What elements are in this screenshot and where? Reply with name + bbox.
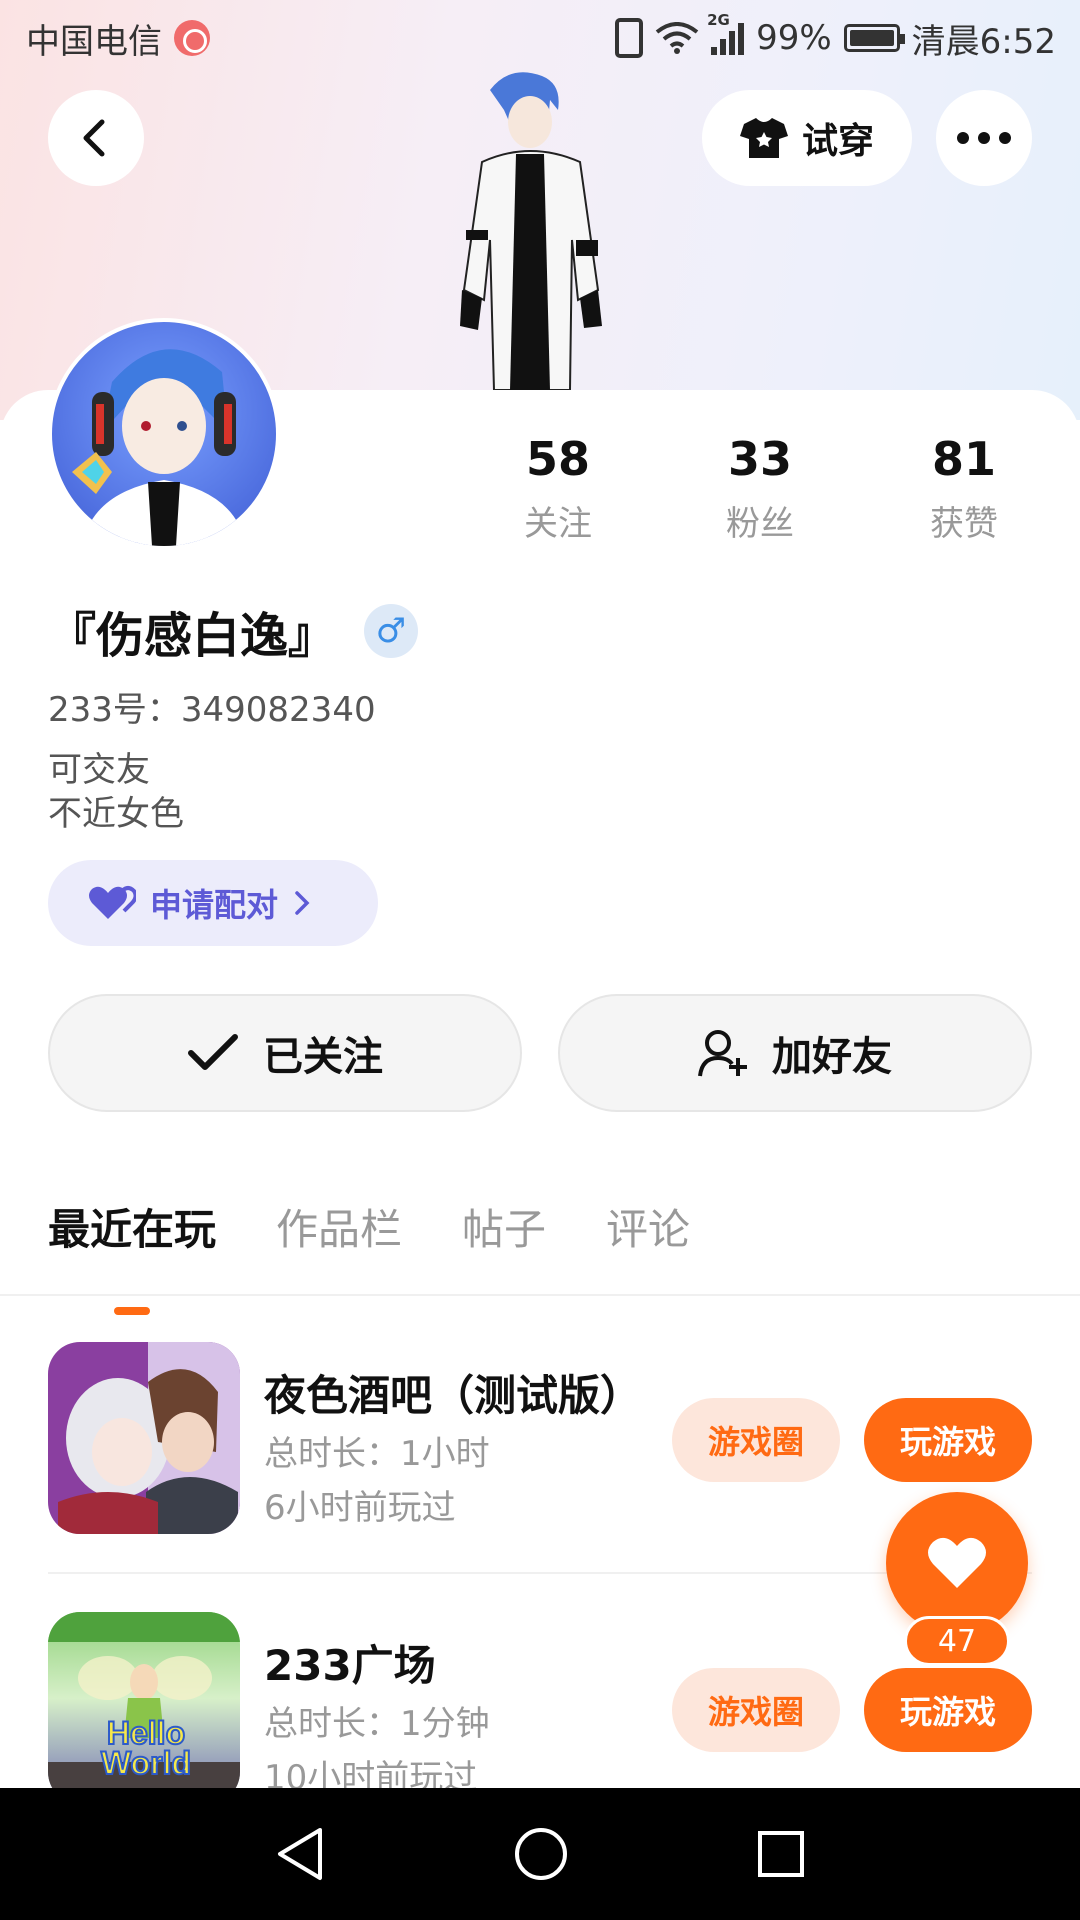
- system-navigation-bar: [0, 1788, 1080, 1920]
- game-icon[interactable]: [48, 1342, 240, 1534]
- tab-recently-played[interactable]: 最近在玩: [48, 1196, 216, 1315]
- game-circle-button[interactable]: 游戏圈: [672, 1668, 840, 1752]
- game-icon-logo-text: Hello World: [66, 1715, 226, 1781]
- avatar-character-figure: [460, 72, 602, 390]
- check-icon: [188, 1034, 238, 1070]
- pair-label: 申请配对: [150, 886, 279, 924]
- male-gender-icon: ♂: [364, 604, 419, 658]
- more-options-button[interactable]: [936, 90, 1032, 186]
- request-pairing-button[interactable]: 申请配对: [48, 860, 378, 946]
- add-friend-label: 加好友: [772, 1034, 892, 1080]
- game-icon-image: [48, 1342, 240, 1534]
- game-icon[interactable]: Hello World: [48, 1612, 240, 1804]
- stat-following[interactable]: 58 关注: [468, 432, 648, 545]
- game-duration: 总时长：1分钟: [264, 1704, 490, 1744]
- add-user-icon: [698, 1030, 747, 1077]
- user-avatar[interactable]: [48, 318, 280, 550]
- carrier-name: 中国电信: [26, 21, 162, 62]
- game-last-played: 6小时前玩过: [264, 1488, 456, 1528]
- battery-percent: 99%: [756, 18, 832, 58]
- bio-line: 可交友: [48, 750, 150, 790]
- double-heart-icon: [89, 886, 136, 919]
- battery-icon: [843, 24, 905, 52]
- stat-likes[interactable]: 81 获赞: [874, 432, 1054, 545]
- network-type: 2G: [707, 11, 730, 29]
- tshirt-icon: [739, 118, 788, 158]
- stat-label: 关注: [524, 504, 592, 544]
- carrier-badge-icon: [174, 20, 210, 56]
- clock: 清晨6:52: [911, 21, 1056, 62]
- stat-label: 粉丝: [726, 504, 794, 544]
- game-title: 233广场: [264, 1641, 436, 1690]
- tabs-divider: [0, 1294, 1080, 1296]
- user-bio: 可交友 不近女色: [48, 748, 184, 836]
- vibrate-icon: [615, 18, 644, 58]
- followed-label: 已关注: [263, 1034, 383, 1080]
- home-circle-icon[interactable]: [513, 1826, 569, 1882]
- bio-line: 不近女色: [48, 794, 184, 834]
- followed-button[interactable]: 已关注: [48, 994, 522, 1112]
- add-friend-button[interactable]: 加好友: [558, 994, 1032, 1112]
- stat-value: 58: [525, 432, 590, 486]
- profile-tabs: 最近在玩 作品栏 帖子 评论: [48, 1196, 690, 1315]
- user-name: 『伤感白逸』: [48, 608, 337, 664]
- avatar-image: [72, 349, 246, 546]
- logo-line: Hello: [106, 1715, 186, 1751]
- game-row-night-bar[interactable]: 夜色酒吧（测试版） 总时长：1小时 6小时前玩过 游戏圈 玩游戏: [48, 1342, 1032, 1542]
- stat-value: 33: [727, 432, 792, 486]
- try-on-label: 试穿: [801, 121, 874, 162]
- chevron-left-icon: [83, 119, 105, 157]
- game-row-233-plaza[interactable]: Hello World 233广场 总时长：1分钟 10小时前玩过 游戏圈 玩游…: [48, 1612, 1032, 1812]
- game-title: 夜色酒吧（测试版）: [264, 1371, 643, 1420]
- game-circle-button[interactable]: 游戏圈: [672, 1398, 840, 1482]
- like-count: 47: [904, 1616, 1010, 1666]
- user-id: 233号：349082340: [48, 690, 376, 730]
- tab-posts[interactable]: 帖子: [462, 1196, 546, 1257]
- row-divider: [48, 1572, 1032, 1574]
- play-game-button[interactable]: 玩游戏: [864, 1398, 1032, 1482]
- like-button[interactable]: [886, 1492, 1028, 1634]
- more-icon: [957, 132, 1011, 144]
- logo-line: World: [100, 1745, 192, 1781]
- stat-label: 获赞: [930, 504, 998, 544]
- stat-value: 81: [931, 432, 996, 486]
- stat-followers[interactable]: 33 粉丝: [670, 432, 850, 545]
- chevron-right-icon: [295, 891, 310, 915]
- back-button[interactable]: [48, 90, 144, 186]
- status-bar: 中国电信 2G 99% 清晨6:52: [0, 0, 1080, 76]
- name-row: 『伤感白逸』 ♂: [48, 596, 419, 666]
- game-duration: 总时长：1小时: [264, 1434, 490, 1474]
- recents-square-icon[interactable]: [756, 1829, 806, 1879]
- signal-icon: 2G: [707, 11, 745, 55]
- tab-comments[interactable]: 评论: [606, 1196, 690, 1257]
- tab-works[interactable]: 作品栏: [276, 1196, 402, 1257]
- play-game-button[interactable]: 玩游戏: [864, 1668, 1032, 1752]
- back-triangle-icon[interactable]: [274, 1826, 326, 1882]
- try-on-button[interactable]: 试穿: [702, 90, 912, 186]
- wifi-icon: [655, 22, 699, 54]
- heart-icon: [928, 1537, 986, 1588]
